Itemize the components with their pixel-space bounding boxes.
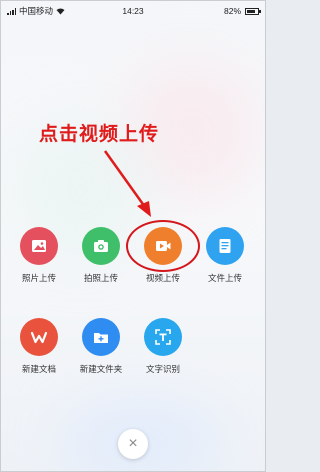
camera-icon <box>82 227 120 265</box>
close-button[interactable]: × <box>118 429 148 459</box>
photo-upload-label: 照片上传 <box>21 273 56 283</box>
new-document-button[interactable]: 新建文档 <box>9 318 69 375</box>
new-folder-icon <box>82 318 120 356</box>
upload-menu-screen: 中国移动 14:23 82% 点击视频上传 照片上传 拍照上传 视频上传 文件上… <box>0 0 266 472</box>
status-bar: 中国移动 14:23 82% <box>1 1 265 21</box>
status-left: 中国移动 <box>7 5 65 17</box>
camera-upload-button[interactable]: 拍照上传 <box>71 227 131 284</box>
wps-icon <box>20 318 58 356</box>
battery-icon <box>245 7 261 15</box>
text-recognition-icon <box>144 318 182 356</box>
annotation-text: 点击视频上传 <box>39 124 160 145</box>
text-recognition-button[interactable]: 文字识别 <box>133 318 193 375</box>
text-recognition-label: 文字识别 <box>145 364 180 374</box>
signal-icon <box>7 8 16 15</box>
status-right: 82% <box>223 6 261 16</box>
file-upload-label: 文件上传 <box>207 273 242 283</box>
annotation-highlight-ring <box>126 220 200 272</box>
status-time: 14:23 <box>122 6 144 16</box>
photo-upload-button[interactable]: 照片上传 <box>9 227 69 284</box>
photo-icon <box>20 227 58 265</box>
carrier-name: 中国移动 <box>19 6 54 16</box>
new-folder-button[interactable]: 新建文件夹 <box>71 318 131 375</box>
battery-percent: 82% <box>223 6 241 16</box>
document-icon <box>206 227 244 265</box>
new-document-label: 新建文档 <box>21 364 56 374</box>
new-folder-label: 新建文件夹 <box>79 364 123 374</box>
wifi-icon <box>56 8 65 15</box>
camera-upload-label: 拍照上传 <box>83 273 118 283</box>
video-upload-label: 视频上传 <box>145 273 180 283</box>
file-upload-button[interactable]: 文件上传 <box>195 227 255 284</box>
